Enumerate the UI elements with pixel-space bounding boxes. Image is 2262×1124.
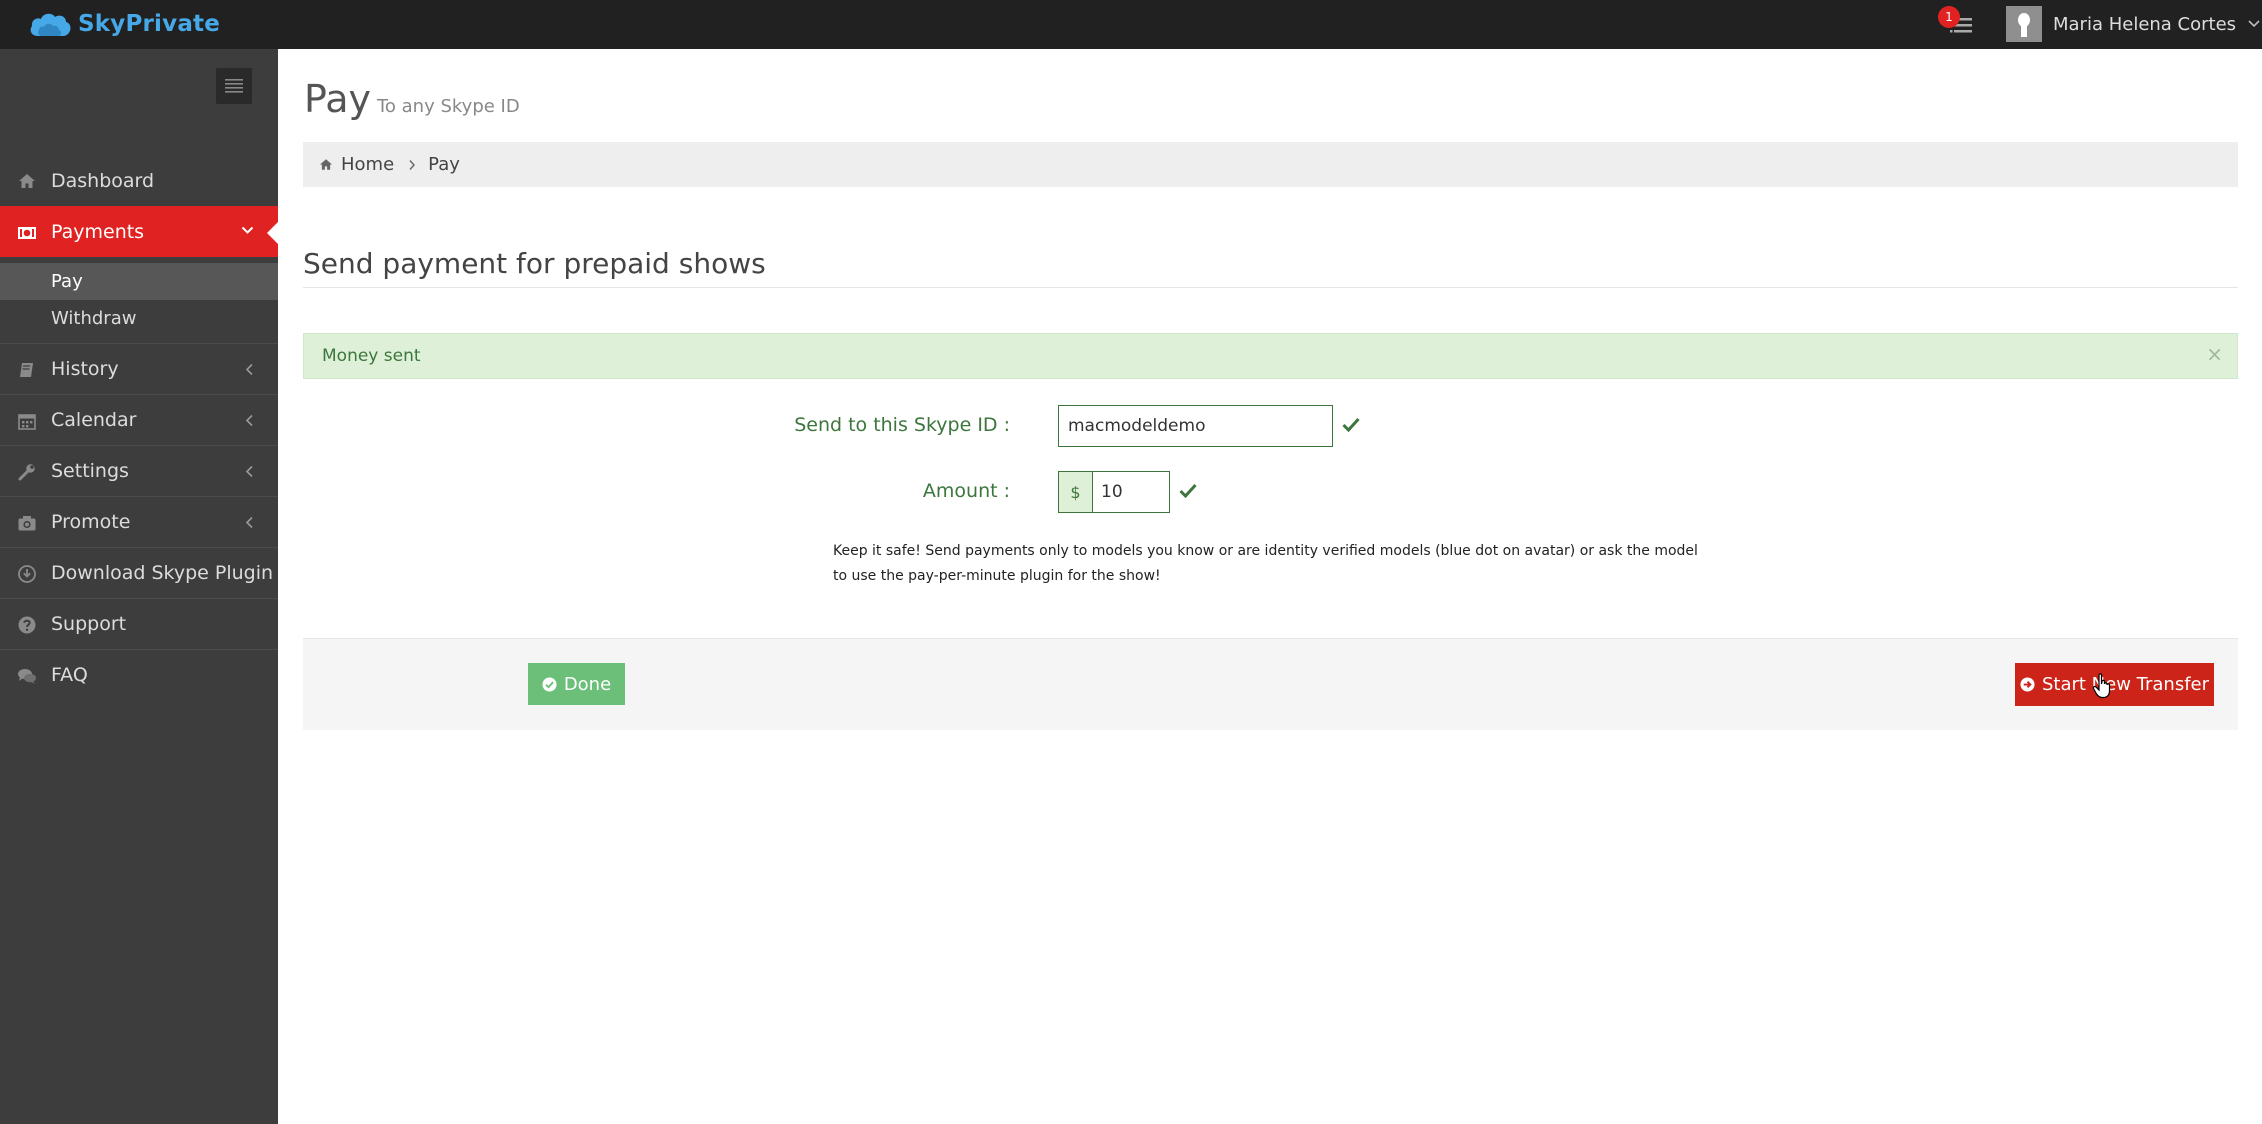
sidebar-item-label: Calendar <box>51 409 137 431</box>
sidebar-toggle-button[interactable] <box>216 68 252 104</box>
done-button[interactable]: Done <box>528 663 625 705</box>
chevron-left-icon <box>245 414 253 427</box>
calendar-icon <box>18 414 36 430</box>
sidebar: Dashboard Payments Pay Withdraw History … <box>0 49 279 1124</box>
done-button-label: Done <box>563 673 612 695</box>
sidebar-item-support[interactable]: Support <box>0 598 278 649</box>
sidebar-item-label: History <box>51 358 119 380</box>
question-icon <box>18 616 36 634</box>
comments-icon <box>18 669 36 684</box>
page-title-text: Pay <box>304 77 371 121</box>
skype-id-label: Send to this Skype ID : <box>794 414 1010 436</box>
breadcrumb-home-link[interactable]: Home <box>341 154 394 175</box>
sidebar-item-label: Support <box>51 613 127 635</box>
sidebar-item-payments[interactable]: Payments <box>0 206 279 257</box>
page-title: Pay To any Skype ID <box>304 77 520 121</box>
success-alert: Money sent × <box>303 333 2238 379</box>
logo[interactable]: SkyPrivate <box>28 8 220 40</box>
chevron-left-icon <box>245 363 253 376</box>
sidebar-item-label: Dashboard <box>51 169 155 192</box>
top-bar: SkyPrivate 1 Maria Helena Cortes <box>0 0 2262 49</box>
cloud-logo-icon <box>30 13 71 36</box>
avatar <box>2006 6 2042 42</box>
sidebar-nav: Dashboard Payments Pay Withdraw History … <box>0 155 279 700</box>
sidebar-item-label: FAQ <box>51 664 88 686</box>
sidebar-item-promote[interactable]: Promote <box>0 496 278 547</box>
sidebar-item-label: Download Skype Plugin <box>51 562 274 584</box>
close-icon[interactable]: × <box>2206 342 2223 366</box>
sidebar-item-label: Payments <box>51 221 145 243</box>
hand-cursor-icon <box>2092 673 2111 699</box>
sidebar-item-calendar[interactable]: Calendar <box>0 394 278 445</box>
check-icon <box>1342 417 1360 432</box>
chevron-left-icon <box>245 465 253 478</box>
home-icon <box>320 159 332 170</box>
app-name: SkyPrivate <box>78 11 221 37</box>
check-circle-icon <box>542 676 557 692</box>
amount-input[interactable] <box>1092 471 1170 513</box>
camera-icon <box>18 516 36 531</box>
form-actions: Done Start New Transfer <box>303 638 2238 730</box>
arrow-circle-right-icon <box>2020 677 2035 692</box>
user-menu[interactable]: Maria Helena Cortes <box>2006 4 2260 44</box>
breadcrumb: Home Pay <box>303 142 2238 187</box>
sidebar-item-settings[interactable]: Settings <box>0 445 278 496</box>
menu-icon <box>225 79 243 93</box>
sidebar-item-label: Promote <box>51 511 131 533</box>
safety-help-text: Keep it safe! Send payments only to mode… <box>833 543 1698 584</box>
chevron-left-icon <box>245 516 253 529</box>
book-icon <box>20 363 33 377</box>
amount-row: Amount : $ <box>278 471 2262 515</box>
home-icon <box>19 174 35 188</box>
notification-badge: 1 <box>1938 6 1960 28</box>
section-title: Send payment for prepaid shows <box>303 247 766 280</box>
download-icon <box>18 565 36 583</box>
user-name: Maria Helena Cortes <box>2053 13 2237 35</box>
sidebar-item-faq[interactable]: FAQ <box>0 649 278 700</box>
sidebar-subitem-pay[interactable]: Pay <box>0 263 278 300</box>
main-content: Pay To any Skype ID Home Pay Send payment… <box>278 49 2262 1124</box>
sidebar-subitem-withdraw[interactable]: Withdraw <box>0 300 278 337</box>
skype-id-input[interactable] <box>1058 405 1333 447</box>
check-icon <box>1179 483 1197 498</box>
breadcrumb-current: Pay <box>428 154 460 175</box>
amount-label: Amount : <box>922 480 1010 502</box>
money-icon <box>18 227 36 239</box>
start-new-transfer-button[interactable]: Start New Transfer <box>2015 663 2214 706</box>
divider <box>303 287 2238 288</box>
chevron-down-icon <box>2248 20 2260 28</box>
page-subtitle: To any Skype ID <box>376 96 520 117</box>
chevron-right-icon <box>409 159 416 170</box>
skype-id-row: Send to this Skype ID : <box>278 405 2262 449</box>
chevron-down-icon <box>241 226 254 234</box>
start-new-transfer-label: Start New Transfer <box>2041 674 2210 695</box>
wrench-icon <box>18 464 35 481</box>
sidebar-item-history[interactable]: History <box>0 343 278 394</box>
sidebar-item-dashboard[interactable]: Dashboard <box>0 155 278 206</box>
user-avatar-icon <box>2018 13 2030 37</box>
notifications[interactable]: 1 <box>1938 6 1978 40</box>
currency-addon: $ <box>1058 471 1093 513</box>
payments-submenu: Pay Withdraw <box>0 257 278 343</box>
sidebar-item-download-skype-plugin[interactable]: Download Skype Plugin <box>0 547 278 598</box>
sidebar-item-label: Settings <box>51 460 129 482</box>
alert-message: Money sent <box>322 346 421 366</box>
